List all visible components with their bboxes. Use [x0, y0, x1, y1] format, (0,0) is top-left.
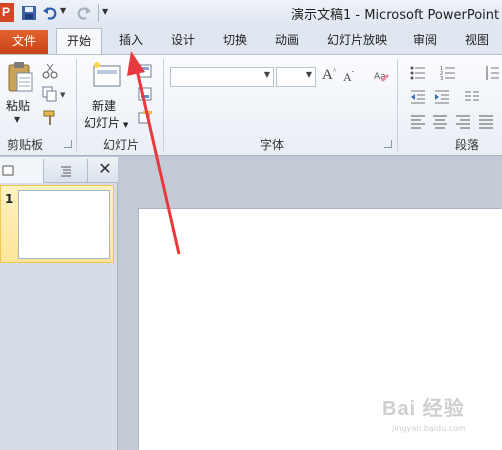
tab-view[interactable]: 视图	[456, 28, 498, 54]
font-group-label: 字体	[260, 138, 285, 152]
copy-dropdown-icon[interactable]: ▼	[60, 91, 65, 99]
ribbon-tabs: 文件 开始 插入 设计 切换 动画 幻灯片放映 审阅 视图	[0, 28, 502, 55]
font-name-combo[interactable]: ▼	[170, 67, 274, 87]
copy-icon[interactable]	[42, 86, 58, 102]
svg-text:3: 3	[440, 76, 443, 81]
tab-slides[interactable]	[0, 159, 44, 183]
bullets-icon[interactable]	[410, 65, 426, 81]
undo-icon[interactable]	[42, 5, 58, 21]
clear-formatting-icon[interactable]: Aa	[373, 68, 389, 84]
watermark-logo: Bai 经验	[382, 398, 465, 420]
watermark-url: jingyan.baidu.com	[392, 424, 466, 433]
layout-icon[interactable]	[138, 63, 154, 79]
grow-font-icon[interactable]: A^	[322, 67, 336, 84]
close-icon[interactable]: ✕	[96, 160, 114, 178]
tab-design[interactable]: 设计	[162, 28, 204, 54]
outline-tab-icon	[61, 166, 71, 177]
slides-tab-icon	[2, 165, 14, 176]
tab-animations[interactable]: 动画	[266, 28, 308, 54]
baidu-watermark: Bai 经验 jingyan.baidu.com	[378, 392, 502, 442]
paste-icon[interactable]	[6, 61, 34, 93]
tab-insert[interactable]: 插入	[110, 28, 152, 54]
slide-thumbnail-row[interactable]: 1	[0, 185, 114, 263]
tab-home[interactable]: 开始	[56, 28, 102, 55]
slides-group-label: 幻灯片	[103, 138, 140, 152]
decrease-indent-icon[interactable]	[410, 89, 426, 105]
columns-icon[interactable]	[464, 89, 480, 105]
paragraph-group-label: 段落	[455, 138, 480, 152]
tab-slideshow[interactable]: 幻灯片放映	[318, 28, 396, 54]
powerpoint-app-icon[interactable]: P	[0, 3, 14, 22]
new-slide-button[interactable]: 新建	[92, 97, 116, 114]
tab-review[interactable]: 审阅	[404, 28, 446, 54]
quick-access-divider	[98, 4, 99, 22]
shrink-font-icon[interactable]: Aˇ	[343, 70, 354, 85]
group-divider	[397, 59, 398, 151]
clipboard-group-label: 剪贴板	[7, 138, 44, 152]
format-painter-icon[interactable]	[42, 110, 58, 126]
line-spacing-icon[interactable]	[484, 65, 500, 81]
new-slide-dropdown[interactable]: 幻灯片 ▼	[84, 114, 128, 131]
panel-header: ✕	[0, 157, 118, 183]
new-slide-icon[interactable]	[93, 61, 123, 89]
chevron-down-icon: ▼	[263, 70, 270, 79]
align-right-icon[interactable]	[455, 113, 471, 129]
paste-dropdown-icon[interactable]: ▼	[14, 115, 20, 124]
slides-panel: ✕ 1	[0, 157, 118, 450]
new-slide-label: 幻灯片	[84, 116, 121, 130]
chevron-down-icon: ▼	[123, 121, 129, 129]
paste-button[interactable]: 粘贴	[6, 97, 30, 114]
cut-icon[interactable]	[42, 63, 58, 79]
clipboard-launcher-icon[interactable]	[64, 140, 72, 148]
slide-thumbnail[interactable]	[18, 190, 110, 259]
numbering-icon[interactable]: 123	[440, 65, 456, 82]
justify-icon[interactable]	[478, 113, 494, 129]
font-size-combo[interactable]: ▼	[276, 67, 316, 87]
save-icon[interactable]	[21, 5, 37, 21]
align-left-icon[interactable]	[410, 113, 426, 129]
tab-file[interactable]: 文件	[0, 30, 48, 54]
title-bar: P ▼ ▼ 演示文稿1 - Microsoft PowerPoint	[0, 0, 502, 28]
slide-number: 1	[5, 192, 14, 206]
undo-dropdown-icon[interactable]: ▼	[60, 6, 69, 22]
align-center-icon[interactable]	[432, 113, 448, 129]
customize-icon[interactable]: ▼	[102, 7, 112, 23]
tab-transitions[interactable]: 切换	[214, 28, 256, 54]
chevron-down-icon: ▼	[305, 70, 312, 79]
tab-outline[interactable]	[44, 159, 88, 183]
redo-icon[interactable]	[76, 5, 92, 21]
increase-indent-icon[interactable]	[434, 89, 450, 105]
group-divider	[76, 59, 77, 151]
ribbon-home: 粘贴 ▼ ▼ 剪贴板 新建 幻灯片▼ 幻灯片 ▼ ▼ A^ Aˇ Aa B I …	[0, 54, 502, 176]
reset-icon[interactable]	[138, 86, 154, 102]
section-icon[interactable]	[138, 110, 154, 126]
group-divider	[163, 59, 164, 151]
font-launcher-icon[interactable]	[384, 140, 392, 148]
window-title: 演示文稿1 - Microsoft PowerPoint	[291, 8, 500, 23]
